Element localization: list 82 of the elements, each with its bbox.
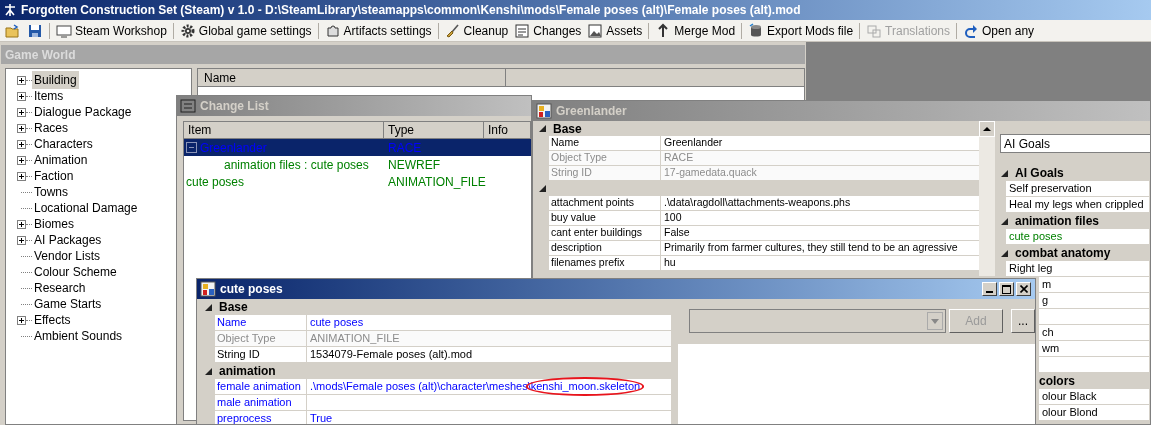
property-value[interactable]: Primarily from farmer cultures, they still tend to be an agressive: [661, 241, 979, 256]
column-header[interactable]: Info: [484, 122, 531, 139]
list-item[interactable]: Heal my legs when crippled: [1006, 197, 1149, 213]
list-item[interactable]: cute poses: [1006, 229, 1149, 245]
property-name: Object Type: [215, 331, 307, 347]
tree-item[interactable]: Dialogue Package: [32, 103, 134, 121]
browse-button[interactable]: ...: [1011, 308, 1035, 333]
column-header[interactable]: Name: [198, 69, 506, 87]
property-name: female animation: [215, 379, 307, 395]
tree-item[interactable]: Building: [32, 71, 79, 89]
section-title: Base: [553, 121, 582, 138]
list-item[interactable]: olour Blond: [1039, 405, 1149, 421]
property-name: Object Type: [549, 151, 661, 166]
list-item-type: NEWREF: [387, 156, 441, 174]
property-name: preprocess: [215, 411, 307, 424]
list-item[interactable]: wm: [1039, 341, 1149, 357]
property-name: filenames prefix: [549, 256, 661, 271]
window-title: cute poses: [220, 281, 283, 298]
list-item[interactable]: g: [1039, 293, 1149, 309]
section-title: animation: [219, 363, 276, 380]
tree-item[interactable]: Ambient Sounds: [32, 327, 125, 345]
column-header[interactable]: Item: [184, 122, 384, 139]
property-value[interactable]: Greenlander: [661, 136, 979, 151]
toolbar-button[interactable]: Export Mods file: [745, 20, 857, 41]
list-item-label: Greenlander: [200, 139, 267, 157]
list-item-label: animation files : cute poses: [224, 156, 369, 174]
list-item-type: RACE: [387, 139, 423, 157]
property-value[interactable]: .\data\ragdoll\attachments-weapons.phs: [661, 196, 979, 211]
tree-item[interactable]: Game Starts: [32, 295, 104, 313]
tree-item[interactable]: Races: [32, 119, 70, 137]
toolbar-button[interactable]: Cleanup: [441, 20, 512, 41]
property-value[interactable]: 1534079-Female poses (alt).mod: [307, 347, 671, 363]
toolbar-button[interactable]: Artifacts settings: [321, 20, 435, 41]
tree-item[interactable]: Colour Scheme: [32, 263, 119, 281]
window-title: Forgotten Construction Set (Steam) v 1.0 - D:\SteamLibrary\steamapps\common\Kenshi\mods\Female poses (alt)\Female poses (alt).mod: [21, 2, 801, 19]
toolbar-button[interactable]: Steam Workshop: [53, 20, 170, 41]
section-title: combat anatomy: [1015, 245, 1111, 262]
tree-item[interactable]: Biomes: [32, 215, 76, 233]
property-name: cant enter buildings: [549, 226, 661, 241]
list-item[interactable]: olour Black: [1039, 389, 1149, 405]
toolbar-button[interactable]: Merge Mod: [652, 20, 739, 41]
property-value[interactable]: 100: [661, 211, 979, 226]
list-item[interactable]: ch: [1039, 325, 1149, 341]
list-item[interactable]: Self preservation: [1006, 181, 1149, 197]
tree-item[interactable]: Animation: [32, 151, 90, 169]
property-value[interactable]: hu: [661, 256, 979, 271]
column-header[interactable]: Type: [384, 122, 484, 139]
tree-item[interactable]: Towns: [32, 183, 70, 201]
section-title: colors: [1039, 373, 1075, 390]
tree-item[interactable]: Effects: [32, 311, 73, 329]
list-item[interactable]: Right leg: [1006, 261, 1149, 277]
property-name: String ID: [215, 347, 307, 363]
dropdown[interactable]: AI Goals: [1000, 134, 1150, 153]
property-value[interactable]: False: [661, 226, 979, 241]
toolbar-button[interactable]: Assets: [584, 20, 646, 41]
property-name: attachment points: [549, 196, 661, 211]
section-title: AI Goals: [1015, 165, 1064, 182]
tree-item[interactable]: Research: [32, 279, 88, 297]
tree-item[interactable]: Characters: [32, 135, 95, 153]
property-name: buy value: [549, 211, 661, 226]
list-item-type: ANIMATION_FILE: [387, 173, 484, 191]
property-value[interactable]: cute poses: [307, 315, 671, 331]
tree-item[interactable]: Items: [32, 87, 66, 105]
property-name: Name: [549, 136, 661, 151]
section-title: Base: [219, 299, 248, 316]
toolbar-button[interactable]: Open any: [960, 20, 1038, 41]
list-item[interactable]: m: [1039, 277, 1149, 293]
list-item-label: cute poses: [186, 173, 245, 191]
tree-item[interactable]: Vendor Lists: [32, 247, 103, 265]
window-title: Change List: [200, 98, 269, 115]
property-name: String ID: [549, 166, 661, 181]
tree-item[interactable]: Locational Damage: [32, 199, 140, 217]
tree-item[interactable]: Faction: [32, 167, 76, 185]
tree-item[interactable]: AI Packages: [32, 231, 104, 249]
property-name: description: [549, 241, 661, 256]
toolbar-button[interactable]: Changes: [511, 20, 585, 41]
section-title: animation files: [1015, 213, 1100, 230]
property-name: Name: [215, 315, 307, 331]
toolbar-button[interactable]: Global game settings: [176, 20, 315, 41]
property-name: male animation: [215, 395, 307, 411]
window-title: Greenlander: [556, 103, 627, 120]
property-value[interactable]: True: [307, 411, 671, 424]
